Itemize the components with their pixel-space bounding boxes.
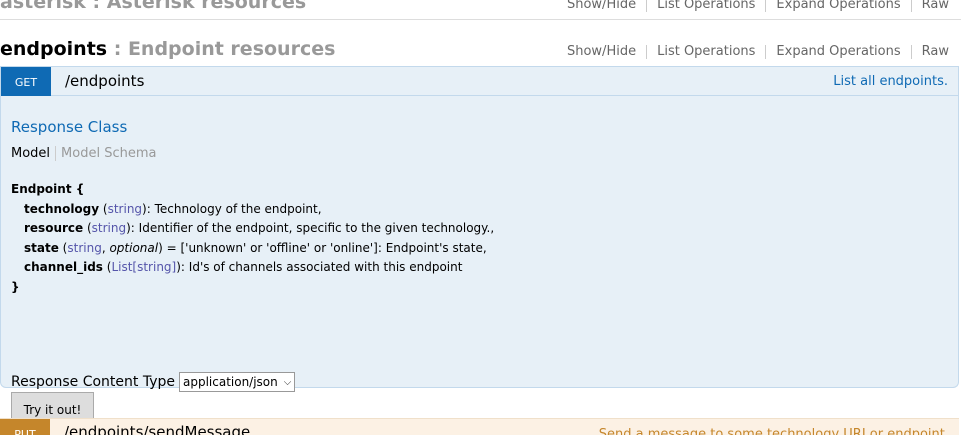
property-name: channel_ids [24, 260, 103, 275]
property-close: ): [176, 260, 189, 275]
expand-operations-link[interactable]: Expand Operations [765, 45, 910, 59]
property-open: ( [99, 201, 108, 216]
content-type-value: application/json [182, 375, 278, 389]
model-schema-tab[interactable]: Model Schema [56, 146, 161, 161]
show-hide-link[interactable]: Show/Hide [557, 45, 646, 59]
resource-options: Show/Hide List Operations Expand Operati… [557, 0, 949, 12]
resource-title[interactable]: endpoints : Endpoint resources [0, 38, 335, 60]
model-tab[interactable]: Model [11, 146, 57, 161]
operation-content: Response Class Model Model Schema Endpoi… [11, 118, 948, 428]
raw-link[interactable]: Raw [910, 0, 949, 12]
property-close: ) = ['unknown' or 'offline' or 'online']… [158, 240, 386, 255]
operation-heading[interactable]: GET /endpoints List all endpoints. [1, 66, 958, 96]
property-type: List[string] [111, 260, 177, 275]
list-operations-link[interactable]: List Operations [646, 45, 765, 59]
content-type-select[interactable]: application/json ⌵ [178, 372, 296, 392]
property-type: string [67, 240, 102, 255]
model-property: channel_ids (List[string]): Id's of chan… [11, 258, 494, 278]
property-type: string [91, 221, 127, 236]
resource-description: Endpoint resources [127, 38, 336, 60]
http-method-badge[interactable]: PUT [0, 419, 50, 435]
operation-path[interactable]: /endpoints/sendMessage [64, 423, 250, 435]
resource-description: Asterisk resources [106, 0, 307, 13]
property-close: ): [142, 201, 155, 216]
resource-separator: : [107, 38, 128, 60]
resource-name[interactable]: asterisk [0, 0, 86, 13]
response-content-type: Response Content Type application/json ⌵ [11, 372, 296, 392]
list-operations-link[interactable]: List Operations [646, 0, 765, 12]
model-property: resource (string): Identifier of the end… [11, 219, 494, 239]
operation-path[interactable]: /endpoints [65, 72, 144, 90]
property-description: Endpoint's state, [385, 240, 487, 255]
property-name: technology [24, 201, 100, 216]
resource-name[interactable]: endpoints [0, 38, 107, 60]
property-optional: optional [109, 240, 159, 255]
property-name: state [24, 240, 59, 255]
expand-operations-link[interactable]: Expand Operations [765, 0, 910, 12]
resource-header-endpoints: endpoints : Endpoint resources Show/Hide… [0, 30, 961, 66]
model-close: } [11, 279, 20, 294]
raw-link[interactable]: Raw [910, 45, 949, 59]
model-name: Endpoint { [11, 182, 85, 196]
property-description: Identifier of the endpoint, specific to … [138, 221, 495, 236]
property-open: ( [83, 221, 92, 236]
resource-options: Show/Hide List Operations Expand Operati… [557, 45, 949, 59]
model-tabs: Model Model Schema [11, 146, 161, 161]
chevron-down-icon: ⌵ [283, 376, 292, 388]
operation-get-endpoints: GET /endpoints List all endpoints. Respo… [0, 66, 959, 428]
property-type: string [107, 201, 143, 216]
property-name: resource [24, 221, 84, 236]
property-description: Id's of channels associated with this en… [188, 260, 463, 275]
model-signature: Endpoint { technology (string): Technolo… [11, 180, 494, 298]
model-property: state (string, optional) = ['unknown' or… [11, 239, 494, 259]
property-close: ): [126, 221, 139, 236]
operation-summary[interactable]: List all endpoints. [833, 74, 948, 89]
http-method-badge[interactable]: GET [1, 67, 51, 96]
response-class-heading: Response Class [11, 118, 128, 136]
resource-title[interactable]: asterisk : Asterisk resources [0, 0, 306, 13]
show-hide-link[interactable]: Show/Hide [557, 0, 646, 12]
operation-summary[interactable]: Send a message to some technology URI or… [599, 427, 949, 435]
property-description: Technology of the endpoint, [154, 201, 322, 216]
operation-put-send-message: PUT /endpoints/sendMessage Send a messag… [0, 418, 959, 435]
model-property: technology (string): Technology of the e… [11, 200, 494, 220]
resource-separator: : [85, 0, 107, 13]
content-type-label: Response Content Type [11, 374, 175, 390]
resource-header-asterisk: asterisk : Asterisk resources Show/Hide … [0, 0, 961, 20]
